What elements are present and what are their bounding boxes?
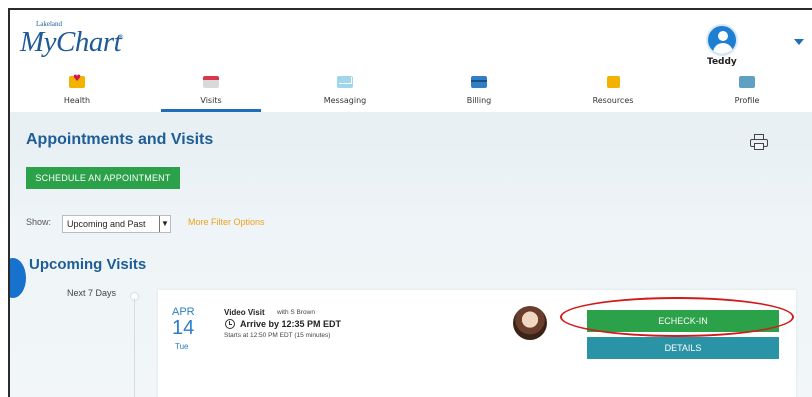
clock-icon (225, 319, 235, 329)
logo-trademark: ® (118, 34, 124, 41)
nav-item-profile[interactable]: Profile (680, 70, 812, 112)
nav-item-billing[interactable]: Billing (412, 70, 546, 112)
visit-type: Video Visit (224, 308, 265, 317)
chevron-down-icon[interactable]: ▼ (159, 216, 170, 232)
account-menu-caret-icon[interactable] (794, 39, 804, 45)
nav-label-messaging: Messaging (323, 96, 367, 105)
id-card-icon (739, 76, 755, 88)
details-button[interactable]: DETAILS (587, 337, 779, 359)
user-avatar[interactable] (706, 24, 738, 56)
logo-name: MyChart (20, 26, 122, 58)
show-filter-label: Show: (26, 217, 52, 227)
nav-label-profile: Profile (734, 96, 760, 105)
schedule-appointment-button[interactable]: SCHEDULE AN APPOINTMENT (26, 167, 180, 189)
nav-item-resources[interactable]: Resources (546, 70, 680, 112)
credit-card-icon (471, 76, 487, 88)
arrive-by-time: Arrive by 12:35 PM EDT (240, 319, 342, 329)
visit-start-time: Starts at 12:50 PM EDT (15 minutes) (224, 332, 331, 339)
app-frame: Lakeland MyChart ® Teddy Health Visits M… (8, 8, 812, 397)
visit-filter-select[interactable]: Upcoming and Past ▼ (62, 215, 171, 233)
visit-day: 14 (172, 317, 195, 339)
print-icon[interactable] (750, 134, 768, 150)
visit-filter-value: Upcoming and Past (67, 219, 146, 229)
book-icon (606, 76, 620, 88)
main-nav: Health Visits Messaging Billing Resource… (10, 70, 812, 112)
nav-label-resources: Resources (592, 96, 634, 105)
upcoming-visits-heading: Upcoming Visits (29, 256, 147, 273)
printer-paper-shape (754, 143, 764, 150)
heart-folder-icon (69, 74, 85, 88)
mychart-logo[interactable]: Lakeland MyChart ® (20, 20, 140, 70)
nav-item-health[interactable]: Health (10, 70, 144, 112)
user-name[interactable]: Teddy (707, 57, 737, 67)
more-filter-options-link[interactable]: More Filter Options (188, 217, 265, 227)
cursor-indicator (10, 258, 26, 298)
avatar-head-shape (718, 31, 728, 41)
visit-weekday: Tue (175, 342, 189, 351)
nav-label-billing: Billing (466, 96, 492, 105)
visit-group-label: Next 7 Days (67, 288, 117, 298)
page-title: Appointments and Visits (26, 131, 214, 148)
calendar-icon (203, 76, 219, 88)
nav-label-health: Health (63, 96, 91, 105)
provider-photo (513, 306, 547, 340)
envelope-icon (337, 76, 353, 88)
nav-item-visits[interactable]: Visits (144, 70, 278, 112)
echeckin-highlight-oval (560, 297, 794, 337)
timeline-line (134, 298, 135, 397)
nav-label-visits: Visits (200, 96, 222, 105)
main-content: Appointments and Visits SCHEDULE AN APPO… (10, 112, 812, 397)
nav-item-messaging[interactable]: Messaging (278, 70, 412, 112)
avatar-body-shape (713, 43, 733, 54)
visit-provider: with S Brown (277, 309, 315, 316)
